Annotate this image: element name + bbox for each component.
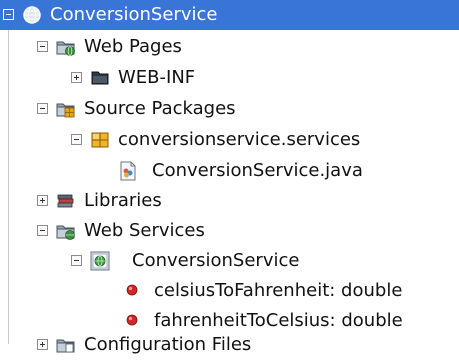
tree-node-project[interactable]: ConversionService <box>0 0 459 30</box>
collapse-toggle[interactable] <box>71 134 82 145</box>
tree-node-label: fahrenheitToCelsius: double <box>154 310 403 331</box>
config-files-icon <box>56 339 75 353</box>
tree-node-label: WEB-INF <box>118 67 196 88</box>
web-service-icon <box>90 251 110 271</box>
collapse-toggle[interactable] <box>37 225 48 236</box>
tree-node-label: Web Services <box>84 220 205 241</box>
collapse-toggle[interactable] <box>3 9 14 20</box>
tree-node-label: ConversionService.java <box>152 160 363 181</box>
operation-icon <box>126 284 138 296</box>
folder-icon <box>91 71 109 85</box>
source-packages-icon <box>56 103 75 118</box>
java-file-icon <box>120 161 136 181</box>
libraries-icon <box>57 194 74 208</box>
tree-node-label: Libraries <box>84 190 162 211</box>
expand-toggle[interactable] <box>37 339 48 350</box>
operation-icon <box>126 314 138 326</box>
web-pages-folder-icon <box>56 41 75 56</box>
tree-node-label: Web Pages <box>84 36 182 57</box>
tree-node-label: ConversionService <box>50 4 218 25</box>
collapse-toggle[interactable] <box>71 255 82 266</box>
tree-node-label: Configuration Files <box>84 334 252 355</box>
globe-icon <box>23 6 41 24</box>
tree-node-label: conversionservice.services <box>118 129 361 150</box>
collapse-toggle[interactable] <box>37 41 48 52</box>
package-icon <box>91 132 109 148</box>
project-tree[interactable]: ConversionService Web Pages WEB-INF Sour… <box>0 0 459 355</box>
tree-guide-line <box>8 12 9 344</box>
tree-node-label: ConversionService <box>132 250 300 271</box>
tree-node-label: Source Packages <box>84 98 236 119</box>
tree-node-label: celsiusToFahrenheit: double <box>154 280 403 301</box>
expand-toggle[interactable] <box>37 195 48 206</box>
expand-toggle[interactable] <box>71 72 82 83</box>
collapse-toggle[interactable] <box>37 103 48 114</box>
web-services-icon <box>56 225 75 240</box>
